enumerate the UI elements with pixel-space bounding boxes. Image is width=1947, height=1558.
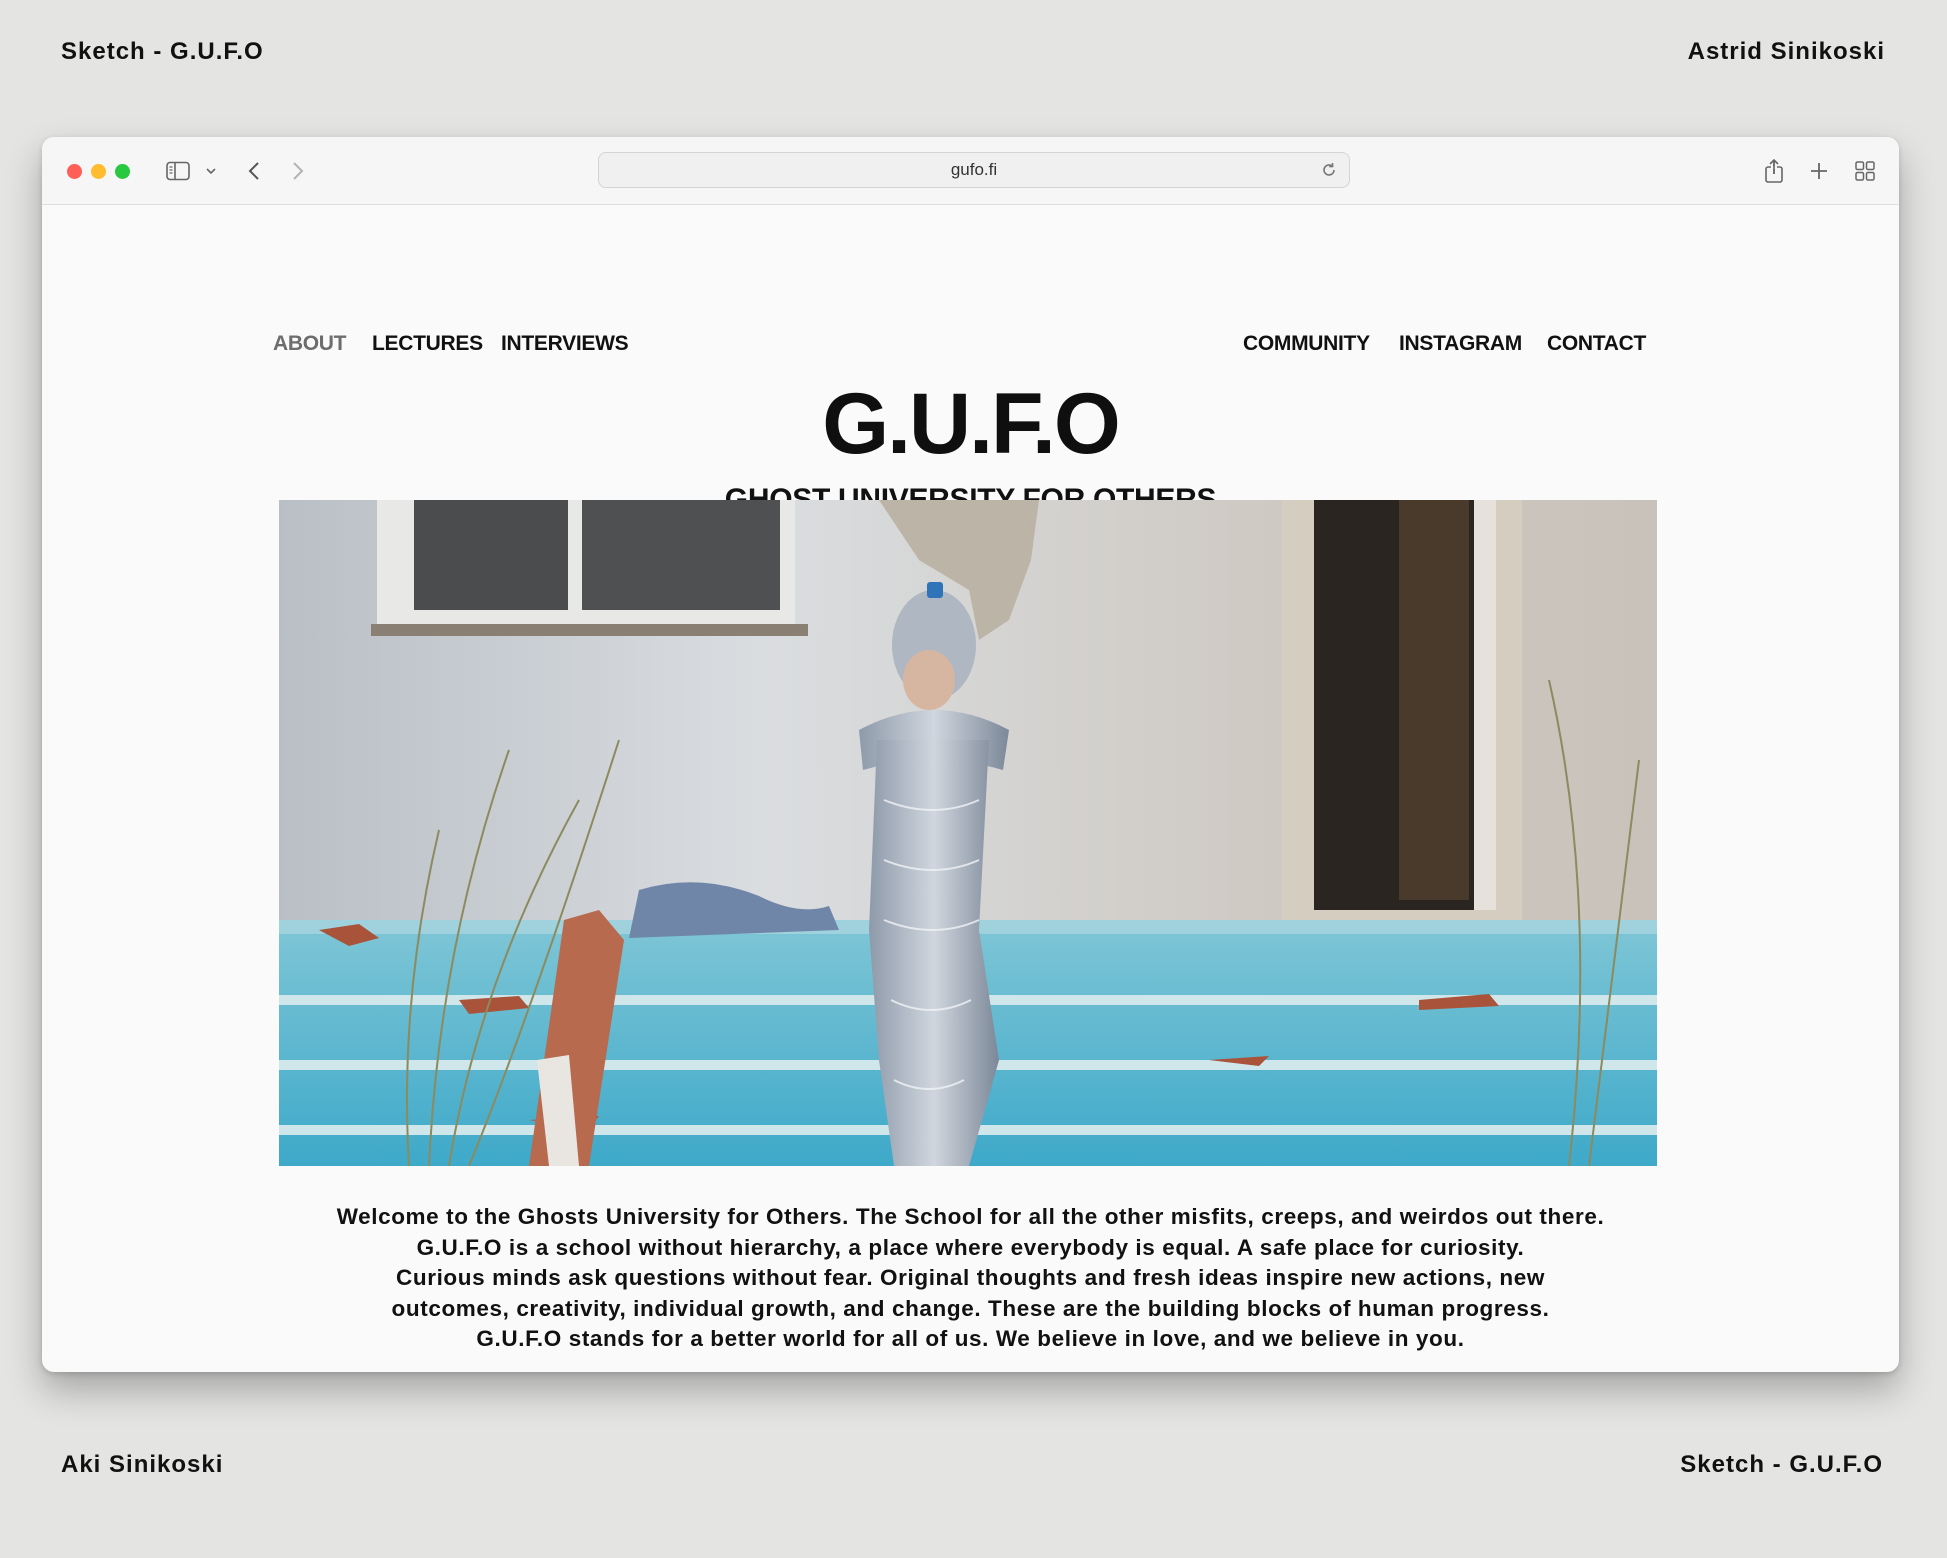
chevron-down-icon[interactable] bbox=[203, 155, 219, 187]
new-tab-icon[interactable] bbox=[1805, 155, 1833, 187]
intro-paragraph: Welcome to the Ghosts University for Oth… bbox=[182, 1202, 1759, 1355]
frame-author-top-right: Astrid Sinikoski bbox=[1687, 38, 1885, 65]
fullscreen-window-button[interactable] bbox=[115, 164, 130, 179]
reload-icon[interactable] bbox=[1319, 160, 1339, 180]
intro-line: Curious minds ask questions without fear… bbox=[396, 1265, 1545, 1290]
browser-window: gufo.fi ABOUT LECTURES INTERVIEWS COMMUN… bbox=[42, 137, 1899, 1372]
site-logo[interactable]: G.U.F.O bbox=[42, 381, 1899, 467]
nav-link-community[interactable]: COMMUNITY bbox=[1243, 332, 1370, 356]
browser-toolbar: gufo.fi bbox=[42, 137, 1899, 205]
frame-title-top-left: Sketch - G.U.F.O bbox=[61, 38, 264, 65]
forward-icon[interactable] bbox=[286, 155, 310, 187]
intro-line: outcomes, creativity, individual growth,… bbox=[391, 1295, 1550, 1321]
nav-link-instagram[interactable]: INSTAGRAM bbox=[1399, 332, 1522, 356]
frame-title-bottom-right: Sketch - G.U.F.O bbox=[1680, 1451, 1883, 1478]
intro-line: Welcome to the Ghosts University for Oth… bbox=[336, 1204, 1605, 1229]
address-bar[interactable]: gufo.fi bbox=[598, 152, 1350, 188]
frame-author-bottom-left: Aki Sinikoski bbox=[61, 1451, 224, 1478]
tab-overview-icon[interactable] bbox=[1851, 155, 1879, 187]
website-content: ABOUT LECTURES INTERVIEWS COMMUNITY INST… bbox=[42, 205, 1899, 1372]
url-text: gufo.fi bbox=[950, 160, 998, 179]
share-icon[interactable] bbox=[1760, 155, 1788, 187]
intro-line: G.U.F.O is a school without hierarchy, a… bbox=[416, 1234, 1525, 1260]
nav-link-contact[interactable]: CONTACT bbox=[1547, 332, 1646, 356]
nav-link-interviews[interactable]: INTERVIEWS bbox=[501, 332, 629, 356]
minimize-window-button[interactable] bbox=[91, 164, 106, 179]
intro-line: G.U.F.O stands for a better world for al… bbox=[476, 1326, 1465, 1351]
sidebar-icon[interactable] bbox=[164, 155, 192, 187]
back-icon[interactable] bbox=[242, 155, 266, 187]
nav-link-about[interactable]: ABOUT bbox=[273, 332, 346, 356]
close-window-button[interactable] bbox=[67, 164, 82, 179]
hero-image bbox=[279, 500, 1657, 1166]
nav-link-lectures[interactable]: LECTURES bbox=[372, 332, 483, 356]
